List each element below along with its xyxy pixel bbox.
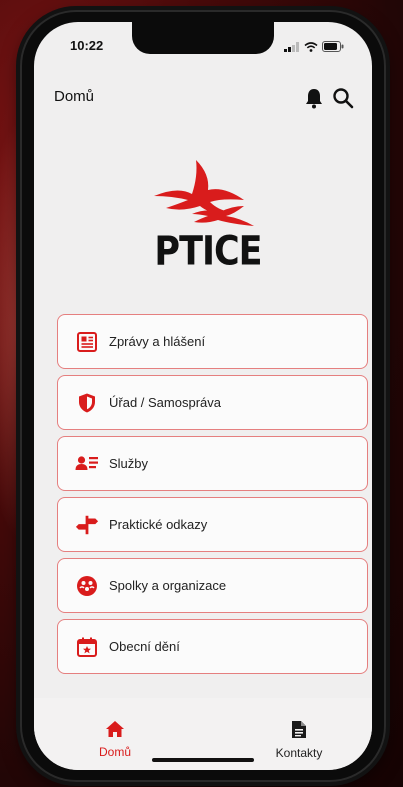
menu-item-label: Služby	[109, 456, 149, 471]
logo-wordmark: PTICE	[154, 229, 262, 275]
document-icon	[292, 721, 306, 738]
menu-item-associations[interactable]: Spolky a organizace	[57, 558, 368, 613]
menu-item-office[interactable]: Úřad / Samospráva	[57, 375, 368, 430]
main-content: PTICE Zprávy a hlášení Úřad / Samospráva…	[34, 118, 372, 698]
tab-contacts-label: Kontakty	[275, 746, 323, 760]
newspaper-icon	[75, 330, 99, 354]
home-icon	[106, 721, 124, 737]
bottom-tab-bar: Domů Kontakty	[34, 698, 372, 770]
search-icon[interactable]	[332, 87, 354, 109]
menu-item-label: Obecní dění	[109, 639, 180, 654]
village-logo: PTICE	[148, 158, 268, 275]
group-icon	[75, 574, 99, 598]
menu-item-label: Úřad / Samospráva	[109, 395, 221, 410]
swallow-logo-icon	[154, 160, 254, 226]
person-list-icon	[75, 452, 99, 476]
app-screen: 10:22 Domů PTICE Zprávy a hlášení Úřad /…	[34, 22, 372, 770]
notch	[132, 22, 274, 54]
menu-item-events[interactable]: Obecní dění	[57, 619, 368, 674]
page-title: Domů	[54, 88, 95, 105]
calendar-star-icon	[75, 635, 99, 659]
home-indicator	[152, 758, 254, 762]
tab-contacts[interactable]: Kontakty	[254, 720, 344, 760]
battery-icon	[322, 41, 344, 52]
tab-home-label: Domů	[98, 745, 131, 759]
signpost-icon	[75, 513, 99, 537]
main-menu: Zprávy a hlášení Úřad / Samospráva Služb…	[57, 314, 368, 680]
status-time: 10:22	[70, 38, 104, 53]
menu-item-services[interactable]: Služby	[57, 436, 368, 491]
status-icons	[284, 41, 344, 52]
wifi-icon	[304, 41, 318, 52]
menu-item-label: Spolky a organizace	[109, 578, 227, 593]
menu-item-news[interactable]: Zprávy a hlášení	[57, 314, 368, 369]
app-header: Domů	[34, 84, 372, 116]
phone-frame: 10:22 Domů PTICE Zprávy a hlášení Úřad /…	[20, 10, 386, 782]
menu-item-label: Praktické odkazy	[109, 517, 208, 532]
shield-icon	[75, 391, 99, 415]
signal-icon	[284, 41, 299, 52]
menu-item-links[interactable]: Praktické odkazy	[57, 497, 368, 552]
menu-item-label: Zprávy a hlášení	[109, 334, 206, 349]
tab-home[interactable]: Domů	[70, 720, 160, 759]
bell-icon[interactable]	[304, 87, 324, 109]
